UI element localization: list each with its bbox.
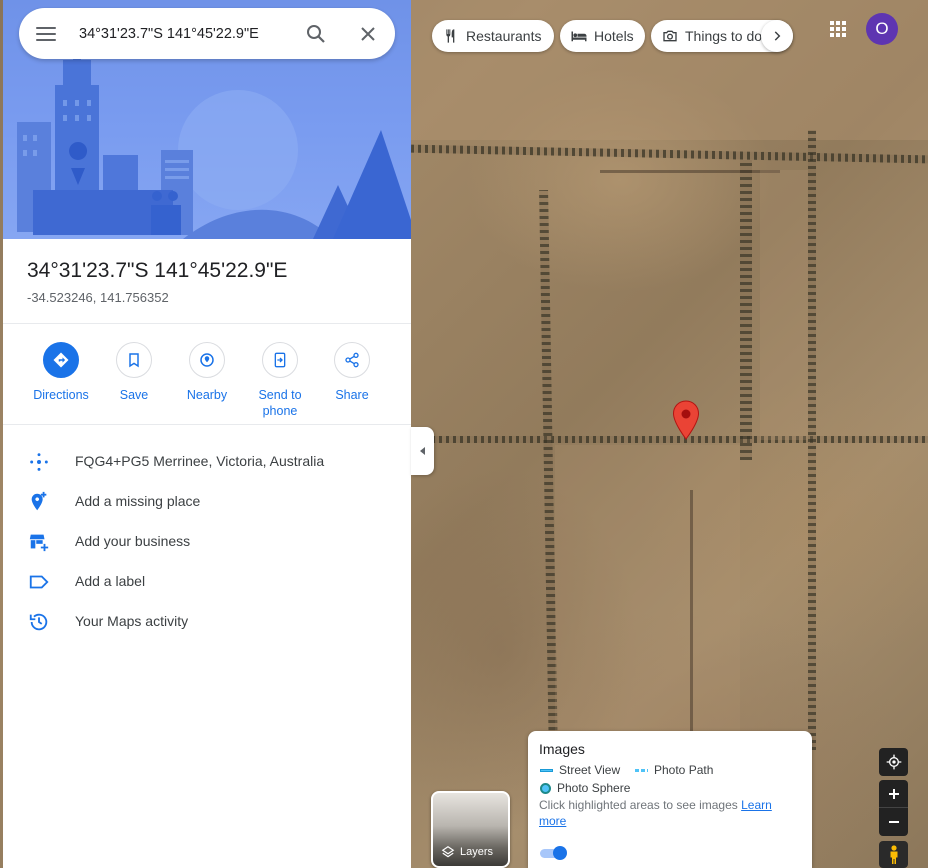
share-button[interactable]: Share xyxy=(314,342,390,403)
account-avatar[interactable]: O xyxy=(866,13,898,45)
directions-icon xyxy=(53,352,69,368)
add-label-text: Add a label xyxy=(75,573,146,589)
add-missing-place-text: Add a missing place xyxy=(75,493,201,509)
plus-code-icon xyxy=(27,450,51,474)
layers-icon xyxy=(441,846,455,858)
layers-label-text: Layers xyxy=(460,846,494,858)
share-label: Share xyxy=(335,388,369,402)
search-icon xyxy=(307,25,325,43)
google-apps-button[interactable] xyxy=(826,17,850,41)
directions-button[interactable]: Directions xyxy=(23,342,99,403)
images-toggle-knob xyxy=(553,846,567,860)
my-location-icon xyxy=(886,754,901,770)
chip-hotels[interactable]: Hotels xyxy=(560,20,645,52)
zoom-out-button[interactable] xyxy=(879,808,908,836)
place-decimal-coords: -34.523246, 141.756352 xyxy=(27,290,169,305)
collapse-panel-button[interactable] xyxy=(411,427,434,475)
directions-label: Directions xyxy=(33,388,89,402)
camera-icon xyxy=(661,27,679,45)
nearby-button[interactable]: Nearby xyxy=(169,342,245,403)
save-button[interactable]: Save xyxy=(96,342,172,403)
search-box xyxy=(19,8,395,59)
search-input[interactable] xyxy=(79,22,279,46)
menu-icon-bar xyxy=(36,39,56,41)
label-icon xyxy=(27,570,51,594)
caret-left-icon xyxy=(419,447,425,455)
fork-knife-icon xyxy=(442,27,460,45)
menu-button[interactable] xyxy=(31,20,61,48)
place-panel: 34°31'23.7"S 141°45'22.9"E -34.523246, 1… xyxy=(3,0,411,868)
share-icon xyxy=(345,352,359,368)
plus-code-text: FQG4+PG5 Merrinee, Victoria, Australia xyxy=(75,453,325,469)
add-place-icon xyxy=(27,490,51,514)
add-business-icon xyxy=(27,530,51,554)
close-icon xyxy=(361,27,375,41)
send-to-phone-label: Send to phone xyxy=(258,388,302,418)
street-view-swatch xyxy=(540,768,553,772)
add-business-text: Add your business xyxy=(75,533,191,549)
plus-code-row[interactable]: FQG4+PG5 Merrinee, Victoria, Australia xyxy=(3,441,411,481)
place-header: 34°31'23.7"S 141°45'22.9"E -34.523246, 1… xyxy=(3,239,411,324)
legend-photo-sphere: Photo Sphere xyxy=(540,781,630,795)
nearby-icon xyxy=(200,353,214,367)
photo-sphere-swatch xyxy=(540,782,551,794)
location-pin-marker[interactable] xyxy=(672,400,700,440)
legend-street-view: Street View xyxy=(540,763,620,777)
bed-icon xyxy=(570,27,588,45)
history-icon xyxy=(27,610,51,634)
add-missing-place-row[interactable]: Add a missing place xyxy=(3,481,411,521)
red-pin-icon xyxy=(672,400,700,440)
chip-hotels-label: Hotels xyxy=(594,28,634,44)
action-bar: Directions Save Nearby Send to phone Sha… xyxy=(3,324,411,425)
pegman-icon xyxy=(890,844,897,864)
save-label: Save xyxy=(119,388,149,402)
legend-photo-path: Photo Path xyxy=(635,763,713,777)
minus-icon xyxy=(888,821,899,823)
maps-activity-text: Your Maps activity xyxy=(75,613,189,629)
add-label-row[interactable]: Add a label xyxy=(3,561,411,601)
legend-photo-sphere-label: Photo Sphere xyxy=(557,781,631,795)
images-hint-text: Click highlighted areas to see images xyxy=(539,798,738,812)
chips-next-button[interactable] xyxy=(761,20,793,52)
chip-restaurants-label: Restaurants xyxy=(466,28,542,44)
images-toggle[interactable] xyxy=(540,846,568,860)
send-to-phone-button[interactable]: Send to phone xyxy=(242,342,318,419)
plus-icon xyxy=(888,788,899,799)
add-business-row[interactable]: Add your business xyxy=(3,521,411,561)
my-location-button[interactable] xyxy=(879,748,908,776)
menu-icon-bar xyxy=(36,33,56,35)
chip-things-to-do-label: Things to do xyxy=(685,28,763,44)
images-legend-title: Images xyxy=(539,741,585,757)
layers-label: Layers xyxy=(441,845,493,859)
images-legend-card: Images Street View Photo Path Photo Sphe… xyxy=(528,731,812,868)
place-title: 34°31'23.7"S 141°45'22.9"E xyxy=(27,259,288,282)
maps-activity-row[interactable]: Your Maps activity xyxy=(3,601,411,641)
clear-search-button[interactable] xyxy=(356,22,380,46)
chevron-right-icon xyxy=(774,31,781,41)
pegman-street-view-button[interactable] xyxy=(879,841,908,868)
menu-icon-bar xyxy=(36,27,56,29)
chip-restaurants[interactable]: Restaurants xyxy=(432,20,554,52)
photo-path-swatch xyxy=(635,768,648,772)
send-to-phone-icon xyxy=(274,352,286,368)
bookmark-icon xyxy=(129,353,139,368)
legend-street-view-label: Street View xyxy=(559,763,621,777)
zoom-in-button[interactable] xyxy=(879,780,908,808)
search-button[interactable] xyxy=(304,22,328,46)
images-hint: Click highlighted areas to see images Le… xyxy=(539,797,801,829)
info-list: FQG4+PG5 Merrinee, Victoria, Australia A… xyxy=(3,441,411,641)
legend-photo-path-label: Photo Path xyxy=(654,763,714,777)
nearby-label: Nearby xyxy=(186,388,228,402)
layers-button[interactable]: Layers xyxy=(431,791,510,868)
